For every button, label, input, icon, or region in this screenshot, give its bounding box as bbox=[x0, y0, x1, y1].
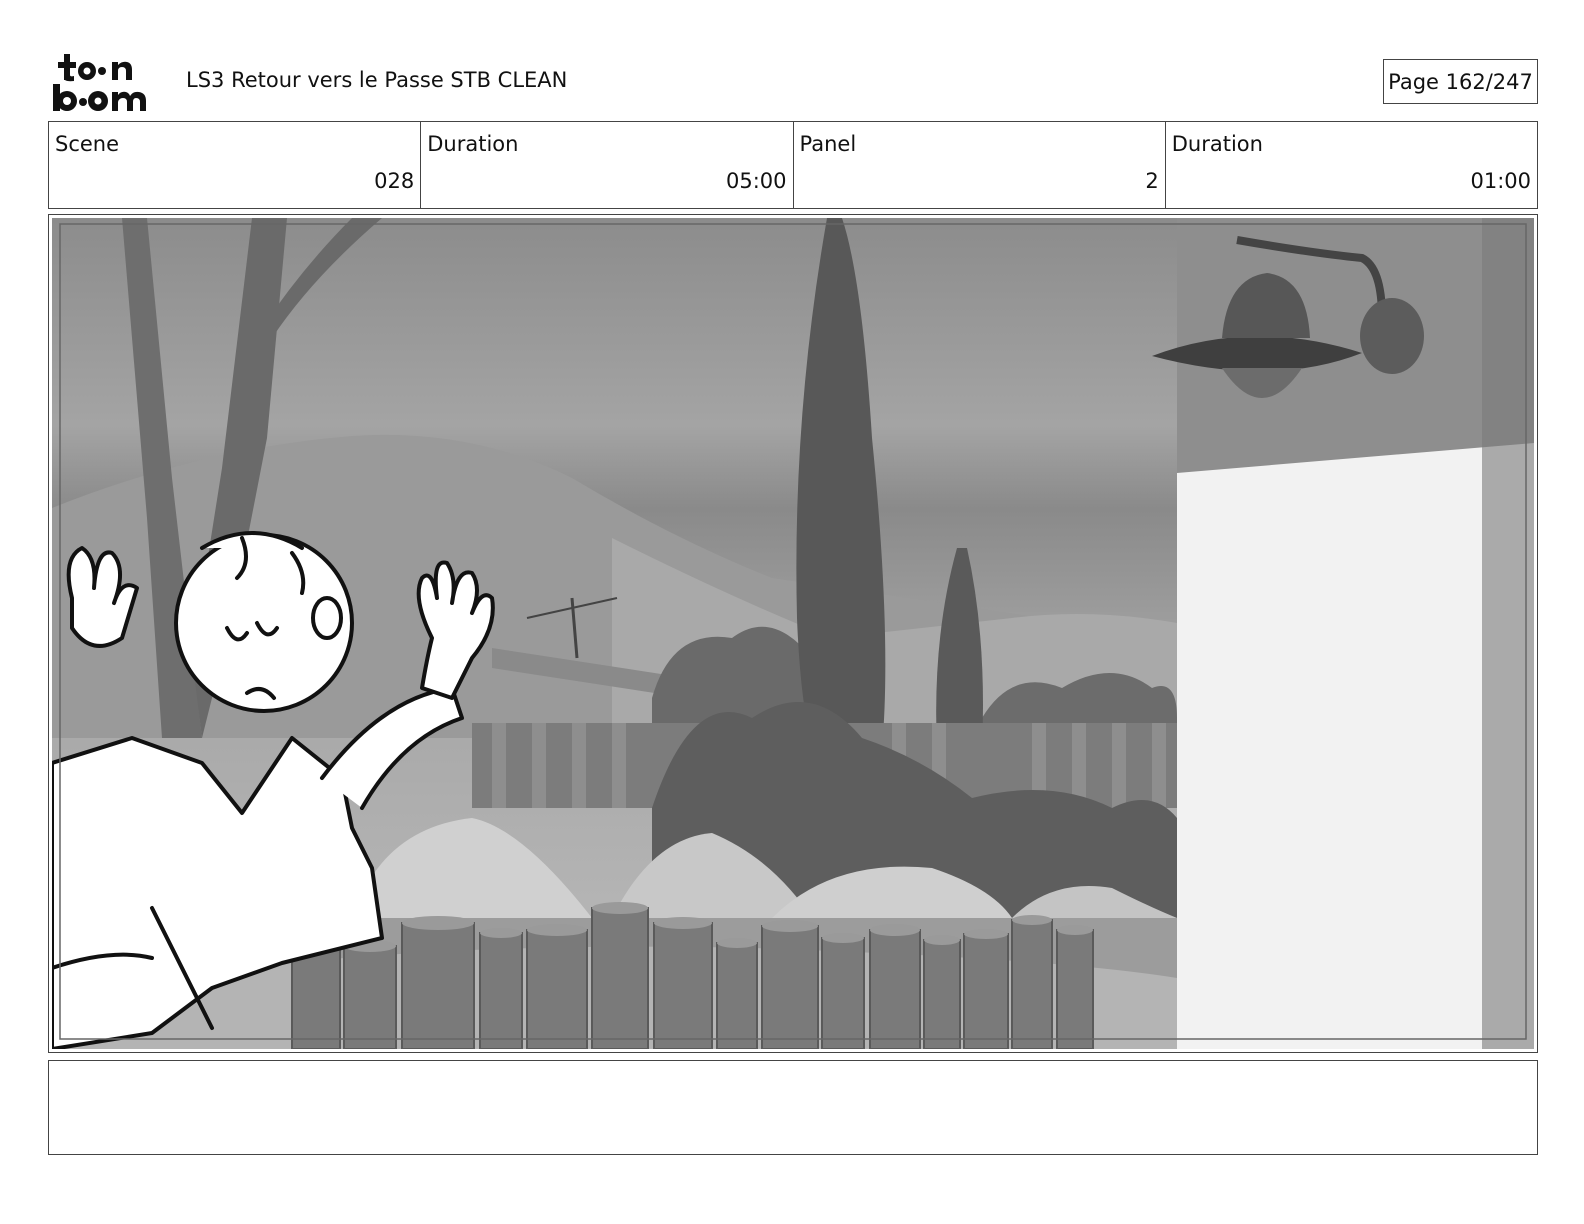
panel-notes bbox=[48, 1060, 1538, 1155]
panel-duration-label: Duration bbox=[1171, 132, 1263, 156]
panel-info-table: Scene 028 Duration 05:00 Panel 2 Duratio… bbox=[48, 121, 1538, 209]
page-indicator: Page 162/247 bbox=[1383, 59, 1538, 104]
panel-duration-value: 01:00 bbox=[1470, 169, 1531, 193]
toonboom-logo bbox=[53, 54, 146, 111]
panel-cell: Panel 2 bbox=[794, 122, 1166, 208]
scene-cell: Scene 028 bbox=[49, 122, 422, 208]
scene-value: 028 bbox=[374, 169, 415, 193]
logo-text: toonboom bbox=[0, 0, 1, 1]
scene-duration-label: Duration bbox=[427, 132, 519, 156]
scene-duration-value: 05:00 bbox=[725, 169, 787, 193]
scene-duration-cell: Duration 05:00 bbox=[421, 122, 794, 208]
document-title: LS3 Retour vers le Passe STB CLEAN bbox=[186, 68, 568, 92]
panel-value: 2 bbox=[1145, 169, 1159, 193]
storyboard-panel bbox=[48, 214, 1538, 1053]
panel-artwork bbox=[52, 218, 1534, 1049]
scene-label: Scene bbox=[55, 132, 120, 156]
panel-duration-cell: Duration 01:00 bbox=[1166, 122, 1537, 208]
panel-label: Panel bbox=[799, 132, 857, 156]
